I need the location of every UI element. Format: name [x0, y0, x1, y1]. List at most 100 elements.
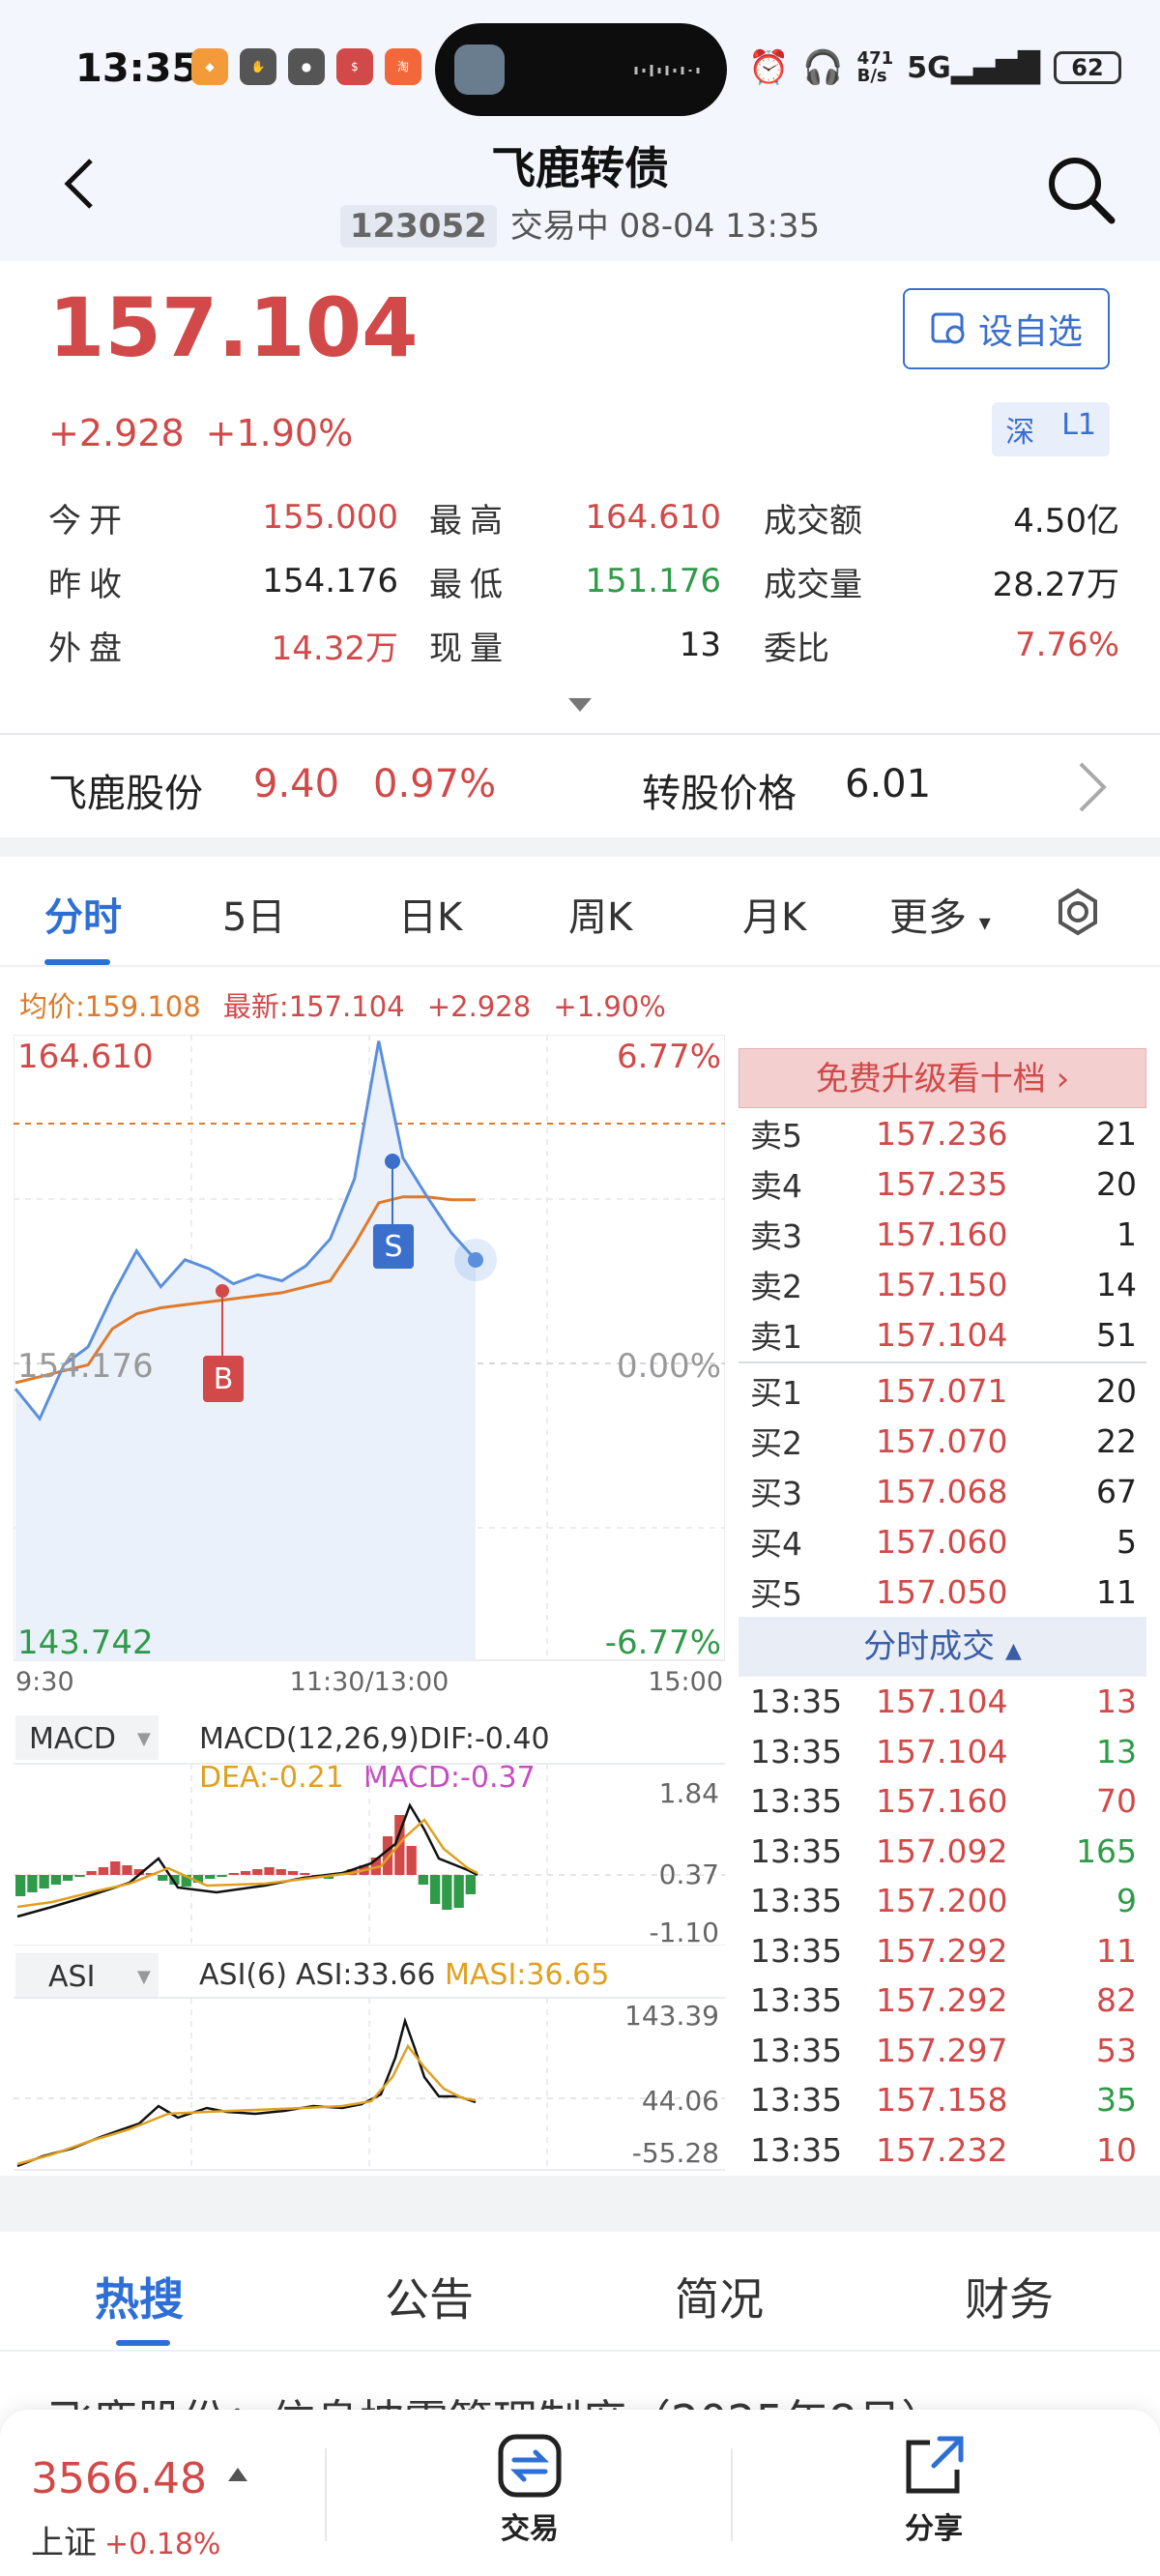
media-thumbnail	[454, 44, 505, 95]
macd-bar	[252, 1869, 263, 1875]
stat-value: 28.27万	[992, 565, 1119, 604]
exchange-tag: 深	[1005, 416, 1035, 450]
conversion-price-value: 6.01	[845, 762, 932, 806]
tab-overview[interactable]: 简况	[675, 2265, 764, 2328]
macd-dea: DEA:-0.21	[199, 1761, 344, 1795]
low-pct-label: -6.77%	[605, 1624, 721, 1662]
bottom-bar: 3566.48 上证 +0.18% 交易 分享	[0, 2410, 1160, 2576]
trade-time: 13:35	[750, 2031, 843, 2069]
stat-value: 155.000	[262, 498, 398, 537]
stat-value: 151.176	[585, 562, 721, 600]
macd-bar	[50, 1875, 62, 1885]
trade-time: 13:35	[750, 1931, 843, 1970]
time-axis-end: 15:00	[648, 1667, 723, 1692]
ask-price: 157.104	[876, 1315, 1008, 1354]
asi-line	[16, 2016, 477, 2168]
ask-price: 157.150	[876, 1265, 1008, 1303]
tab-monthly-k[interactable]: 月K	[742, 886, 806, 942]
ask-row: 卖5 157.236 21	[739, 1108, 1146, 1158]
trade-row: 13:35 157.158 35	[739, 2075, 1146, 2125]
bond-code: 123052	[339, 205, 497, 248]
page-title: 飞鹿转债	[491, 142, 669, 194]
macd-value: MACD:-0.37	[363, 1761, 536, 1795]
time-axis-start: 9:30	[15, 1667, 74, 1692]
high-price-label: 164.610	[17, 1038, 154, 1076]
tab-hot-search[interactable]: 热搜	[95, 2265, 184, 2328]
stat-label: 今开	[48, 501, 130, 541]
macd-tick-high: 1.84	[659, 1777, 719, 1809]
share-icon	[906, 2436, 964, 2494]
sell-marker-label: S	[384, 1230, 402, 1264]
tab-financials[interactable]: 财务	[965, 2265, 1054, 2328]
trade-volume: 13	[1096, 1732, 1137, 1771]
hand-icon: ✋	[240, 48, 276, 85]
caret-up-icon: ▲	[1004, 1639, 1022, 1663]
macd-tick-low: -1.10	[650, 1917, 719, 1946]
index-value[interactable]: 3566.48	[31, 2454, 207, 2503]
latest-point	[468, 1252, 483, 1268]
bid-row: 买4 157.060 5	[739, 1516, 1146, 1566]
bid-volume: 11	[1096, 1572, 1137, 1611]
trade-button[interactable]: 交易	[472, 2433, 588, 2547]
bid-price: 157.071	[876, 1371, 1008, 1410]
trade-row: 13:35 157.292 82	[739, 1976, 1146, 2026]
macd-bar	[122, 1865, 132, 1875]
base-pct-label: 0.00%	[617, 1347, 721, 1386]
macd-bar	[442, 1875, 452, 1910]
low-price-label: 143.742	[17, 1624, 154, 1662]
macd-bar	[63, 1875, 73, 1881]
ask-level: 卖4	[750, 1167, 802, 1205]
trade-status: 交易中 08-04 13:35	[509, 207, 821, 246]
ask-price: 157.235	[876, 1164, 1008, 1203]
trade-price: 157.297	[876, 2031, 1008, 2069]
tab-daily-k[interactable]: 日K	[398, 886, 462, 942]
page-header: 飞鹿转债 123052 交易中 08-04 13:35	[0, 126, 1160, 261]
upgrade-ten-level-button[interactable]: 免费升级看十档 ›	[739, 1048, 1146, 1108]
trade-volume: 82	[1096, 1981, 1137, 2020]
trade-row: 13:35 157.092 165	[739, 1827, 1146, 1877]
tab-intraday[interactable]: 分时	[44, 886, 122, 942]
trade-row: 13:35 157.104 13	[739, 1727, 1146, 1777]
trade-time: 13:35	[750, 2130, 843, 2169]
macd-bar	[240, 1871, 251, 1875]
bid-row: 买2 157.070 22	[739, 1416, 1146, 1466]
macd-panel[interactable]: MACD ▼ MACD(12,26,9) DIF:-0.40 DEA:-0.21…	[14, 1713, 725, 1946]
battery-icon: 62	[1054, 51, 1121, 84]
ask-volume: 14	[1096, 1265, 1137, 1303]
search-icon[interactable]	[1044, 153, 1117, 226]
share-button[interactable]: 分享	[876, 2433, 992, 2547]
bid-level: 买2	[750, 1424, 802, 1462]
underlying-stock-row[interactable]: 飞鹿股份 9.40 0.97% 转股价格 6.01	[0, 735, 1160, 837]
bid-price: 157.050	[876, 1572, 1008, 1611]
trade-volume: 70	[1096, 1782, 1137, 1821]
bid-level: 买5	[750, 1575, 802, 1613]
trades-header[interactable]: 分时成交 ▲	[739, 1617, 1146, 1677]
trade-time: 13:35	[750, 1732, 843, 1771]
expand-icon[interactable]	[568, 698, 592, 712]
index-name-label: 上证	[31, 2524, 97, 2562]
trade-time: 13:35	[750, 1831, 843, 1870]
macd-bar	[205, 1875, 216, 1879]
tab-announcements[interactable]: 公告	[385, 2265, 474, 2328]
add-watchlist-button[interactable]: 设自选	[903, 288, 1110, 369]
watchlist-add-icon	[931, 312, 965, 344]
trade-price: 157.092	[876, 1831, 1008, 1870]
dynamic-island[interactable]	[435, 23, 727, 116]
macd-bar	[86, 1871, 97, 1875]
tab-more[interactable]: 更多 ▾	[889, 886, 991, 942]
macd-dif: DIF:-0.40	[420, 1722, 550, 1756]
tab-5day[interactable]: 5日	[222, 886, 285, 942]
trade-price: 157.104	[876, 1732, 1008, 1771]
intraday-chart[interactable]: B S 164.610 6.77% 154.176 0.00% 143.742 …	[14, 1035, 725, 1692]
last-price: 157.104	[48, 280, 419, 375]
gear-icon[interactable]	[1054, 888, 1102, 936]
trades-list[interactable]: 13:35 157.104 13 13:35 157.104 13 13:35 157.160…	[739, 1677, 1146, 2172]
system-status: ⏰ 🎧 471 B/s 5G▂▄▆█ 62	[748, 48, 1121, 87]
tab-weekly-k[interactable]: 周K	[568, 886, 632, 942]
bid-row: 买5 157.050 11	[739, 1566, 1146, 1617]
app-notification-icon: ◆	[191, 48, 228, 85]
asi-tick-low: -55.28	[632, 2137, 719, 2169]
asi-panel[interactable]: ASI ▼ ASI(6) ASI:33.66 MASI:36.65 143.39…	[14, 1951, 725, 2172]
quote-stats: 今开 155.000 最高 164.610 成交额 4.50亿 昨收 154.1…	[48, 485, 1119, 677]
bid-price: 157.070	[876, 1421, 1008, 1460]
